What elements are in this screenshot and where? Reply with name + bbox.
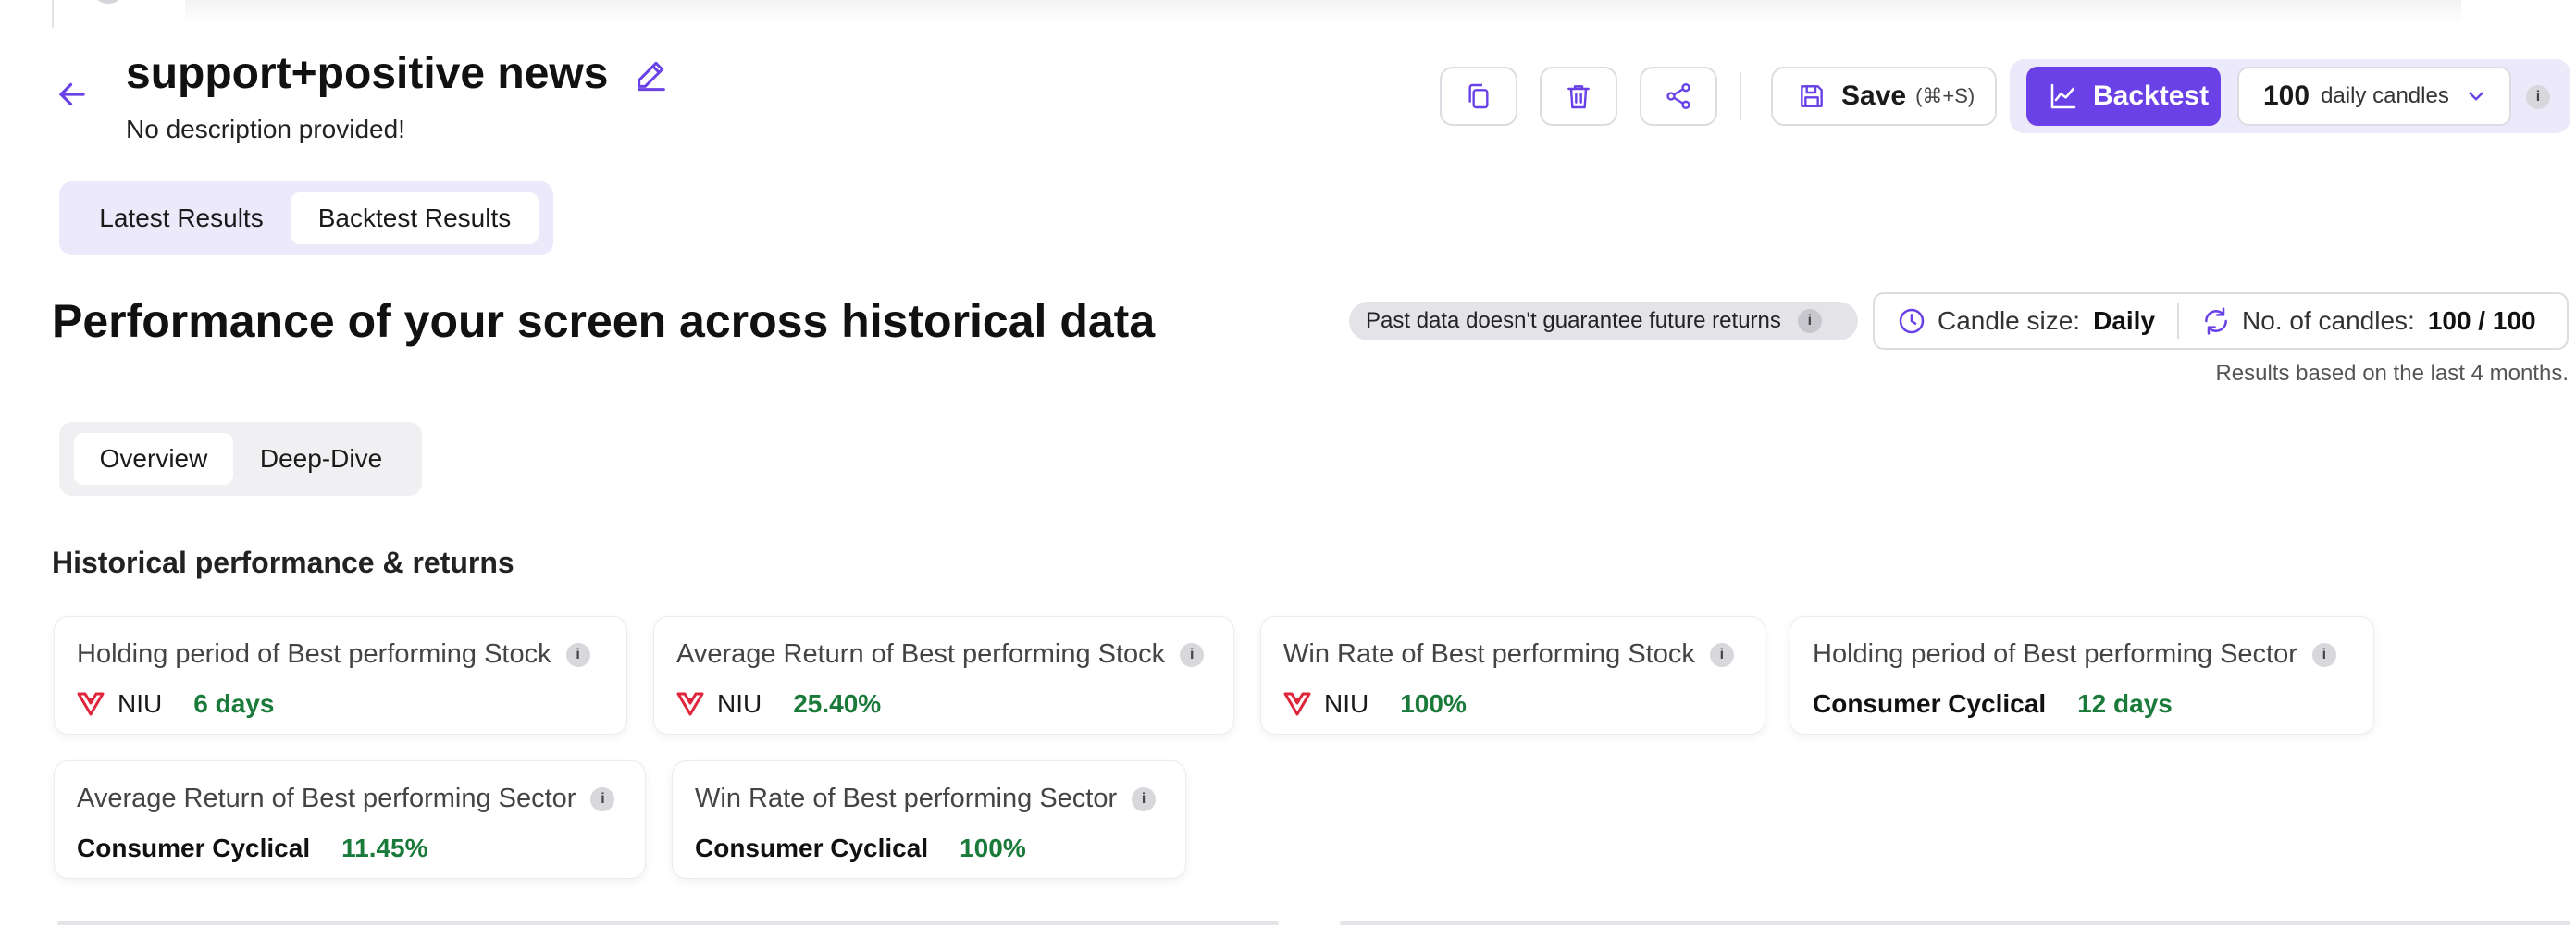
card-label: Average Return of Best performing Sector xyxy=(77,784,576,813)
edit-title-button[interactable] xyxy=(633,56,670,93)
candles-count: 100 xyxy=(2263,80,2310,111)
card-label: Win Rate of Best performing Sector xyxy=(695,784,1118,813)
card-value-wrap: NIU 100% xyxy=(1283,689,1467,719)
card-value-wrap: Consumer Cyclical 12 days xyxy=(1813,689,2173,719)
info-icon[interactable]: i xyxy=(2526,85,2550,109)
metric-value: 11.45% xyxy=(341,834,428,862)
results-note: Results based on the last 4 months. xyxy=(2215,361,2569,386)
toolbar-divider xyxy=(1740,72,1741,120)
screen-description: No description provided! xyxy=(126,115,405,143)
card-sector-win-rate: Win Rate of Best performing Sector i Cons… xyxy=(672,760,1186,879)
card-label-wrap: Average Return of Best performing Sector… xyxy=(77,784,615,814)
delete-button[interactable] xyxy=(1540,67,1617,126)
metric-value: 100% xyxy=(1400,689,1467,718)
save-icon xyxy=(1801,85,1823,107)
backtest-button[interactable]: Backtest xyxy=(2026,67,2221,126)
metric-value: 100% xyxy=(960,834,1026,862)
info-icon[interactable]: i xyxy=(2311,642,2336,667)
card-label-wrap: Holding period of Best performing Stock i xyxy=(77,639,590,670)
niu-logo-icon xyxy=(1283,692,1311,716)
candles-value: 100 / 100 xyxy=(2427,306,2536,335)
sector-name: Consumer Cyclical xyxy=(77,834,311,862)
chevron-down-icon xyxy=(2464,84,2488,108)
candles-select[interactable]: 100 daily candles xyxy=(2237,67,2511,126)
info-icon[interactable]: i xyxy=(1797,309,1822,333)
tab-overview[interactable]: Overview xyxy=(74,433,233,485)
card-label: Holding period of Best performing Sector xyxy=(1813,639,2297,669)
tab-deep-dive[interactable]: Deep-Dive xyxy=(237,433,405,485)
backtest-label: Backtest xyxy=(2093,80,2210,111)
share-button[interactable] xyxy=(1640,67,1717,126)
card-label-wrap: Holding period of Best performing Sector… xyxy=(1813,639,2336,670)
sector-name: Consumer Cyclical xyxy=(1813,689,2047,718)
card-sector-average-return: Average Return of Best performing Sector… xyxy=(54,760,646,879)
metric-value: 25.40% xyxy=(793,689,882,718)
card-stock-win-rate: Win Rate of Best performing Stock i NIU 1… xyxy=(1260,616,1765,735)
share-icon xyxy=(1666,83,1690,109)
performance-title: Performance of your screen across histor… xyxy=(52,295,1156,347)
metric-value: 6 days xyxy=(193,689,275,718)
card-value-wrap: NIU 25.40% xyxy=(676,689,881,719)
card-label-wrap: Average Return of Best performing Stock i xyxy=(676,639,1205,670)
top-divider xyxy=(52,0,54,28)
card-stock-holding-period: Holding period of Best performing Stock i… xyxy=(54,616,627,735)
tab-backtest-results[interactable]: Backtest Results xyxy=(291,192,539,244)
historical-heading: Historical performance & returns xyxy=(52,546,514,579)
card-value-wrap: Consumer Cyclical 100% xyxy=(695,834,1026,863)
candle-info-divider xyxy=(2177,303,2180,339)
niu-logo-icon xyxy=(676,692,704,716)
candles-text: daily candles xyxy=(2321,83,2449,108)
bottom-panel-edge xyxy=(57,921,1279,925)
ticker: NIU xyxy=(118,689,163,718)
candle-size-value: Daily xyxy=(2093,306,2156,335)
screen-title: support+positive news xyxy=(126,49,609,98)
info-icon[interactable]: i xyxy=(1709,642,1734,667)
chart-line-icon xyxy=(2050,83,2076,109)
card-label: Holding period of Best performing Stock xyxy=(77,639,551,669)
info-icon[interactable]: i xyxy=(565,642,590,667)
save-button[interactable]: Save (⌘+S) xyxy=(1771,67,1997,126)
card-stock-average-return: Average Return of Best performing Stock i… xyxy=(653,616,1234,735)
bottom-panel-edge xyxy=(1340,921,2570,925)
info-icon[interactable]: i xyxy=(1180,642,1205,667)
candle-info-box: Candle size: Daily No. of candles: 100 /… xyxy=(1873,292,2569,350)
niu-logo-icon xyxy=(77,692,105,716)
card-value-wrap: Consumer Cyclical 11.45% xyxy=(77,834,428,863)
tab-latest-results[interactable]: Latest Results xyxy=(76,192,287,244)
card-value-wrap: NIU 6 days xyxy=(77,689,274,719)
card-sector-holding-period: Holding period of Best performing Sector… xyxy=(1790,616,2374,735)
candle-size-label: Candle size: xyxy=(1938,306,2081,335)
sector-name: Consumer Cyclical xyxy=(695,834,929,862)
copy-icon xyxy=(1468,83,1489,109)
card-label-wrap: Win Rate of Best performing Stock i xyxy=(1283,639,1734,670)
card-label: Win Rate of Best performing Stock xyxy=(1283,639,1695,669)
refresh-icon xyxy=(2205,307,2227,335)
save-shortcut: (⌘+S) xyxy=(1915,84,1975,107)
clock-icon xyxy=(1899,308,1925,334)
arrow-left-icon xyxy=(59,82,85,106)
ticker: NIU xyxy=(717,689,762,718)
card-label-wrap: Win Rate of Best performing Sector i xyxy=(695,784,1157,814)
pencil-icon xyxy=(638,61,665,92)
save-label: Save xyxy=(1841,80,1907,111)
disclaimer-badge: Past data doesn't guarantee future retur… xyxy=(1349,302,1858,340)
trash-icon xyxy=(1567,85,1590,109)
disclaimer-text: Past data doesn't guarantee future retur… xyxy=(1366,308,1781,333)
candles-label: No. of candles: xyxy=(2242,306,2415,335)
top-decoration xyxy=(96,0,120,4)
metric-value: 12 days xyxy=(2077,689,2173,718)
card-label: Average Return of Best performing Stock xyxy=(676,639,1166,669)
back-button[interactable] xyxy=(52,74,93,115)
ticker: NIU xyxy=(1324,689,1369,718)
top-shadow xyxy=(185,0,2461,24)
duplicate-button[interactable] xyxy=(1440,67,1517,126)
info-icon[interactable]: i xyxy=(590,786,615,811)
info-icon[interactable]: i xyxy=(1132,786,1157,811)
